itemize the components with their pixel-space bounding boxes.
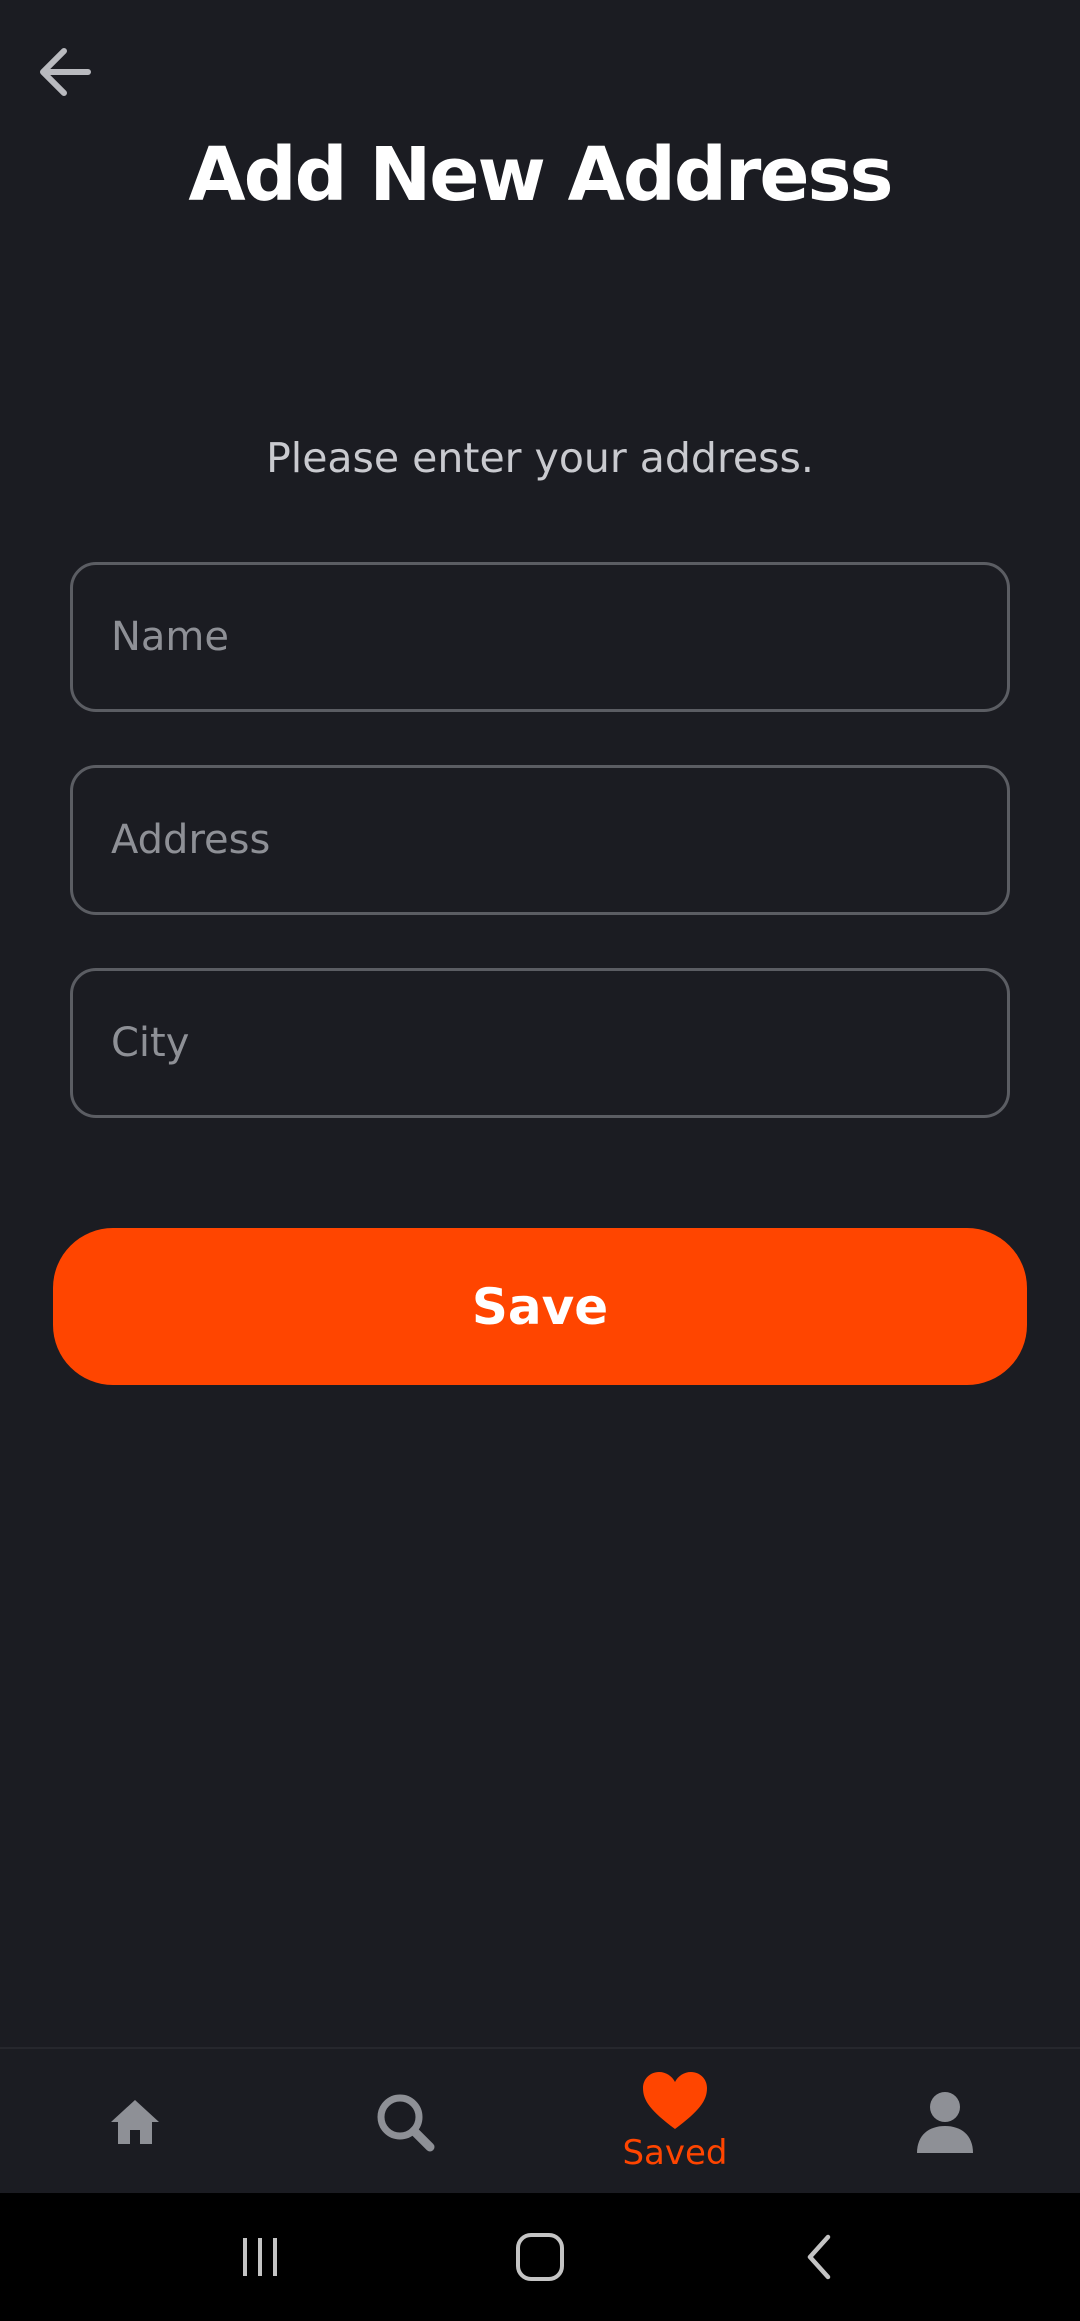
recent-apps-button[interactable] [215, 2212, 305, 2302]
bottom-navigation: Saved [0, 2047, 1080, 2195]
nav-item-saved[interactable]: Saved [540, 2049, 810, 2195]
form-prompt: Please enter your address. [266, 434, 814, 482]
system-back-button[interactable] [775, 2212, 865, 2302]
name-input[interactable] [73, 565, 1007, 709]
heart-icon [643, 2072, 707, 2129]
nav-label-saved: Saved [622, 2133, 728, 2173]
home-icon [111, 2100, 159, 2144]
name-field[interactable] [70, 562, 1010, 712]
home-system-button[interactable] [495, 2212, 585, 2302]
chevron-left-icon [807, 2234, 831, 2280]
city-field[interactable] [70, 968, 1010, 1118]
add-address-screen: Add New Address Please enter your addres… [0, 0, 1080, 2321]
back-button[interactable] [30, 38, 98, 106]
search-icon [377, 2094, 435, 2152]
system-navigation-bar [0, 2193, 1080, 2321]
user-icon [917, 2092, 973, 2153]
nav-item-home[interactable] [0, 2049, 270, 2195]
page-title: Add New Address [188, 132, 893, 218]
home-square-icon [516, 2233, 564, 2281]
arrow-left-icon [40, 48, 91, 96]
recent-apps-icon [243, 2238, 277, 2276]
nav-item-search[interactable] [270, 2049, 540, 2195]
address-field[interactable] [70, 765, 1010, 915]
address-input[interactable] [73, 768, 1007, 912]
nav-item-profile[interactable] [810, 2049, 1080, 2195]
save-button[interactable]: Save [53, 1228, 1027, 1385]
city-input[interactable] [73, 971, 1007, 1115]
